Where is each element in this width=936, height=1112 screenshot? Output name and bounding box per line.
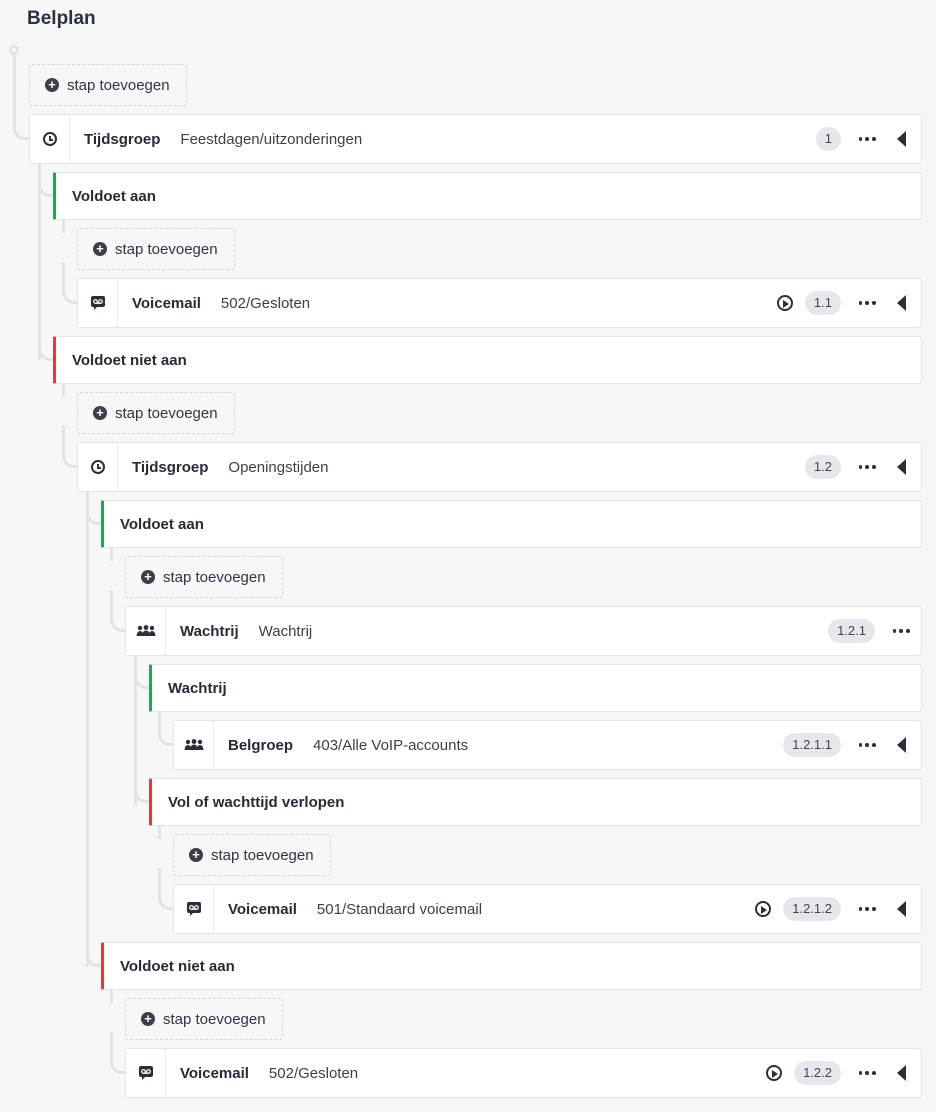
plus-circle-icon: +	[141, 570, 155, 584]
connector	[62, 219, 65, 233]
step-type: Voicemail	[180, 1064, 249, 1082]
step-type: Voicemail	[228, 900, 297, 918]
add-step-label: stap toevoegen	[163, 568, 266, 586]
step-number-badge: 1.2.2	[794, 1061, 841, 1085]
more-options-icon[interactable]	[857, 137, 877, 141]
step-wachtrij[interactable]: Wachtrij Wachtrij 1.2.1	[125, 606, 922, 656]
connector	[62, 426, 77, 468]
condition-no-match[interactable]: Voldoet niet aan	[53, 336, 922, 384]
more-options-icon[interactable]	[857, 465, 877, 469]
clock-icon	[30, 115, 70, 163]
collapse-icon[interactable]	[897, 131, 906, 147]
voicemail-icon	[174, 885, 214, 933]
step-belgroep[interactable]: Belgroep 403/Alle VoIP-accounts 1.2.1.1	[173, 720, 922, 770]
page-title: Belplan	[27, 8, 96, 29]
step-tijdsgroep[interactable]: Tijdsgroep Openingstijden 1.2	[77, 442, 922, 492]
play-icon[interactable]	[766, 1065, 783, 1081]
collapse-icon[interactable]	[897, 459, 906, 475]
add-step-button[interactable]: + stap toevoegen	[29, 64, 187, 106]
step-number-badge: 1.2.1	[828, 619, 875, 643]
condition-match[interactable]: Voldoet aan	[53, 172, 922, 220]
connector	[158, 868, 173, 910]
step-description: 502/Gesloten	[268, 1064, 359, 1082]
add-step-label: stap toevoegen	[115, 240, 218, 258]
step-description: Wachtrij	[258, 622, 313, 640]
step-description: 403/Alle VoIP-accounts	[313, 736, 469, 754]
step-type: Tijdsgroep	[84, 130, 161, 148]
connector	[110, 590, 125, 632]
collapse-icon[interactable]	[897, 737, 906, 753]
root-node	[9, 45, 19, 55]
step-number-badge: 1	[815, 127, 841, 151]
collapse-icon[interactable]	[897, 295, 906, 311]
more-options-icon[interactable]	[857, 301, 877, 305]
plus-circle-icon: +	[93, 406, 107, 420]
condition-queue[interactable]: Wachtrij	[149, 664, 922, 712]
add-step-button[interactable]: + stap toevoegen	[77, 228, 235, 270]
step-description: 502/Gesloten	[220, 294, 311, 312]
step-number-badge: 1.2.1.2	[783, 897, 841, 921]
more-options-icon[interactable]	[857, 743, 877, 747]
collapse-icon[interactable]	[897, 901, 906, 917]
add-step-button[interactable]: + stap toevoegen	[125, 556, 283, 598]
connector	[110, 1032, 125, 1074]
connector	[110, 989, 113, 1003]
play-icon[interactable]	[776, 295, 793, 311]
connector	[62, 383, 65, 397]
group-icon	[126, 607, 166, 655]
plus-circle-icon: +	[93, 242, 107, 256]
condition-no-match[interactable]: Voldoet niet aan	[101, 942, 922, 990]
step-type: Wachtrij	[180, 622, 239, 640]
connector	[158, 825, 161, 839]
connector	[62, 262, 77, 304]
step-type: Tijdsgroep	[132, 458, 209, 476]
step-voicemail[interactable]: Voicemail 502/Gesloten 1.1	[77, 278, 922, 328]
add-step-label: stap toevoegen	[163, 1010, 266, 1028]
add-step-label: stap toevoegen	[67, 76, 170, 94]
step-description: Openingstijden	[228, 458, 329, 476]
more-options-icon[interactable]	[857, 1071, 877, 1075]
step-type: Voicemail	[132, 294, 201, 312]
step-number-badge: 1.2.1.1	[783, 733, 841, 757]
more-options-icon[interactable]	[891, 629, 911, 633]
clock-icon	[78, 443, 118, 491]
connector	[13, 55, 30, 140]
step-tijdsgroep[interactable]: Tijdsgroep Feestdagen/uitzonderingen 1	[29, 114, 922, 164]
connector	[158, 711, 173, 746]
play-icon[interactable]	[755, 901, 772, 917]
group-icon	[174, 721, 214, 769]
step-description: 501/Standaard voicemail	[316, 900, 483, 918]
step-voicemail[interactable]: Voicemail 502/Gesloten 1.2.2	[125, 1048, 922, 1098]
more-options-icon[interactable]	[857, 907, 877, 911]
plus-circle-icon: +	[189, 848, 203, 862]
voicemail-icon	[78, 279, 118, 327]
plus-circle-icon: +	[141, 1012, 155, 1026]
add-step-button[interactable]: + stap toevoegen	[77, 392, 235, 434]
condition-match[interactable]: Voldoet aan	[101, 500, 922, 548]
step-number-badge: 1.1	[804, 291, 841, 315]
step-description: Feestdagen/uitzonderingen	[180, 130, 363, 148]
collapse-icon[interactable]	[897, 1065, 906, 1081]
add-step-button[interactable]: + stap toevoegen	[125, 998, 283, 1040]
connector	[110, 547, 113, 561]
condition-queue-full[interactable]: Vol of wachttijd verlopen	[149, 778, 922, 826]
plus-circle-icon: +	[45, 78, 59, 92]
step-voicemail[interactable]: Voicemail 501/Standaard voicemail 1.2.1.…	[173, 884, 922, 934]
step-number-badge: 1.2	[804, 455, 841, 479]
step-type: Belgroep	[228, 736, 294, 754]
add-step-label: stap toevoegen	[211, 846, 314, 864]
connector	[86, 491, 89, 967]
add-step-label: stap toevoegen	[115, 404, 218, 422]
voicemail-icon	[126, 1049, 166, 1097]
add-step-button[interactable]: + stap toevoegen	[173, 834, 331, 876]
